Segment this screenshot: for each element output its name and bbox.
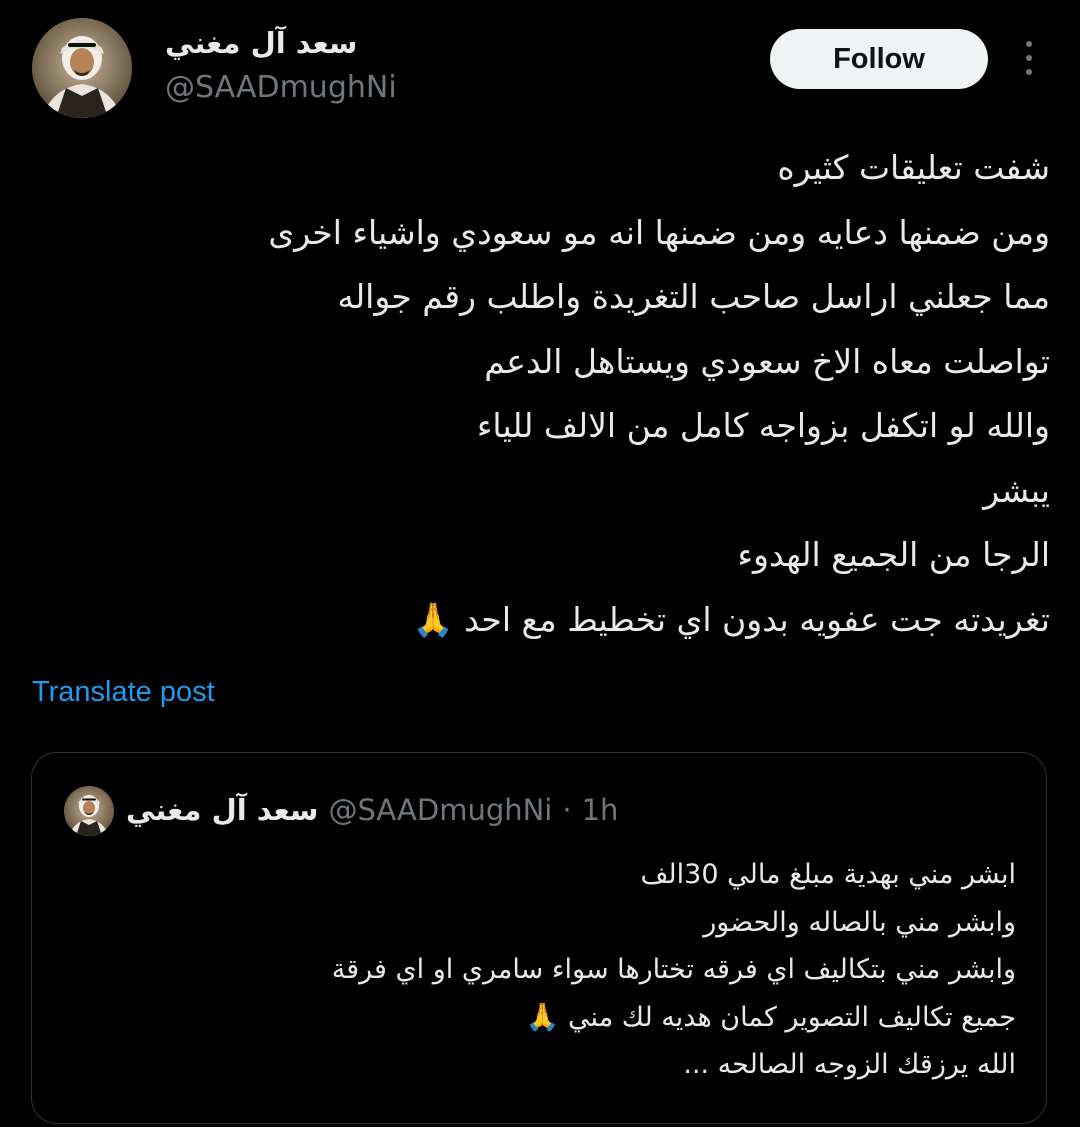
more-vertical-icon[interactable]: [1014, 38, 1044, 78]
post-text-line: يبشر: [983, 470, 1050, 510]
separator-dot: ·: [562, 793, 572, 827]
quoted-post-text: ابشر مني بهدية مبلغ مالي 30الف وابشر مني…: [56, 851, 1016, 1089]
translate-post-link[interactable]: Translate post: [32, 676, 215, 709]
quoted-text-line: ابشر مني بهدية مبلغ مالي 30الف: [640, 859, 1016, 890]
avatar-image: [64, 786, 114, 836]
author-display-name[interactable]: سعد آل مغني: [165, 26, 357, 60]
post-text-line: شفت تعليقات كثيره: [777, 148, 1050, 187]
more-dot: [1026, 55, 1032, 61]
quoted-author-name: سعد آل مغني: [126, 793, 319, 827]
post-text-line: الرجا من الجميع الهدوء: [737, 535, 1051, 574]
quoted-post-time: 1h: [581, 793, 619, 827]
post-text-line: والله لو اتكفل بزواجه كامل من الالف لليا…: [476, 406, 1050, 445]
post-text-line: تواصلت معاه الاخ سعودي ويستاهل الدعم: [484, 341, 1050, 381]
more-dot: [1026, 41, 1032, 47]
quoted-text-line: وابشر مني بتكاليف اي فرقه تختارها سواء س…: [331, 954, 1016, 985]
more-dot: [1026, 69, 1032, 75]
avatar-image: [32, 18, 132, 118]
post-text-line: ومن ضمنها دعايه ومن ضمنها انه مو سعودي و…: [268, 212, 1050, 252]
quoted-text-line: جميع تكاليف التصوير كمان هديه لك مني 🙏: [525, 1001, 1016, 1033]
author-avatar[interactable]: [32, 18, 132, 118]
post-text: شفت تعليقات كثيره ومن ضمنها دعايه ومن ضم…: [50, 136, 1050, 652]
quoted-post-card[interactable]: سعد آل مغني @SAADmughNi · 1h ابشر مني به…: [31, 752, 1047, 1124]
quoted-author-handle: @SAADmughNi: [328, 793, 553, 827]
quoted-post-header: سعد آل مغني @SAADmughNi · 1h: [126, 793, 618, 827]
quoted-author-avatar: [64, 786, 114, 836]
post-text-line: تغريدته جت عفويه بدون اي تخطيط مع احد 🙏: [412, 599, 1050, 639]
follow-button[interactable]: Follow: [770, 29, 988, 89]
quoted-text-line: وابشر مني بالصاله والحضور: [703, 906, 1016, 938]
quoted-text-line: الله يرزقك الزوجه الصالحه ...: [683, 1049, 1016, 1080]
author-handle[interactable]: @SAADmughNi: [165, 70, 397, 105]
post-text-line: مما جعلني اراسل صاحب التغريدة واطلب رقم …: [337, 277, 1050, 316]
